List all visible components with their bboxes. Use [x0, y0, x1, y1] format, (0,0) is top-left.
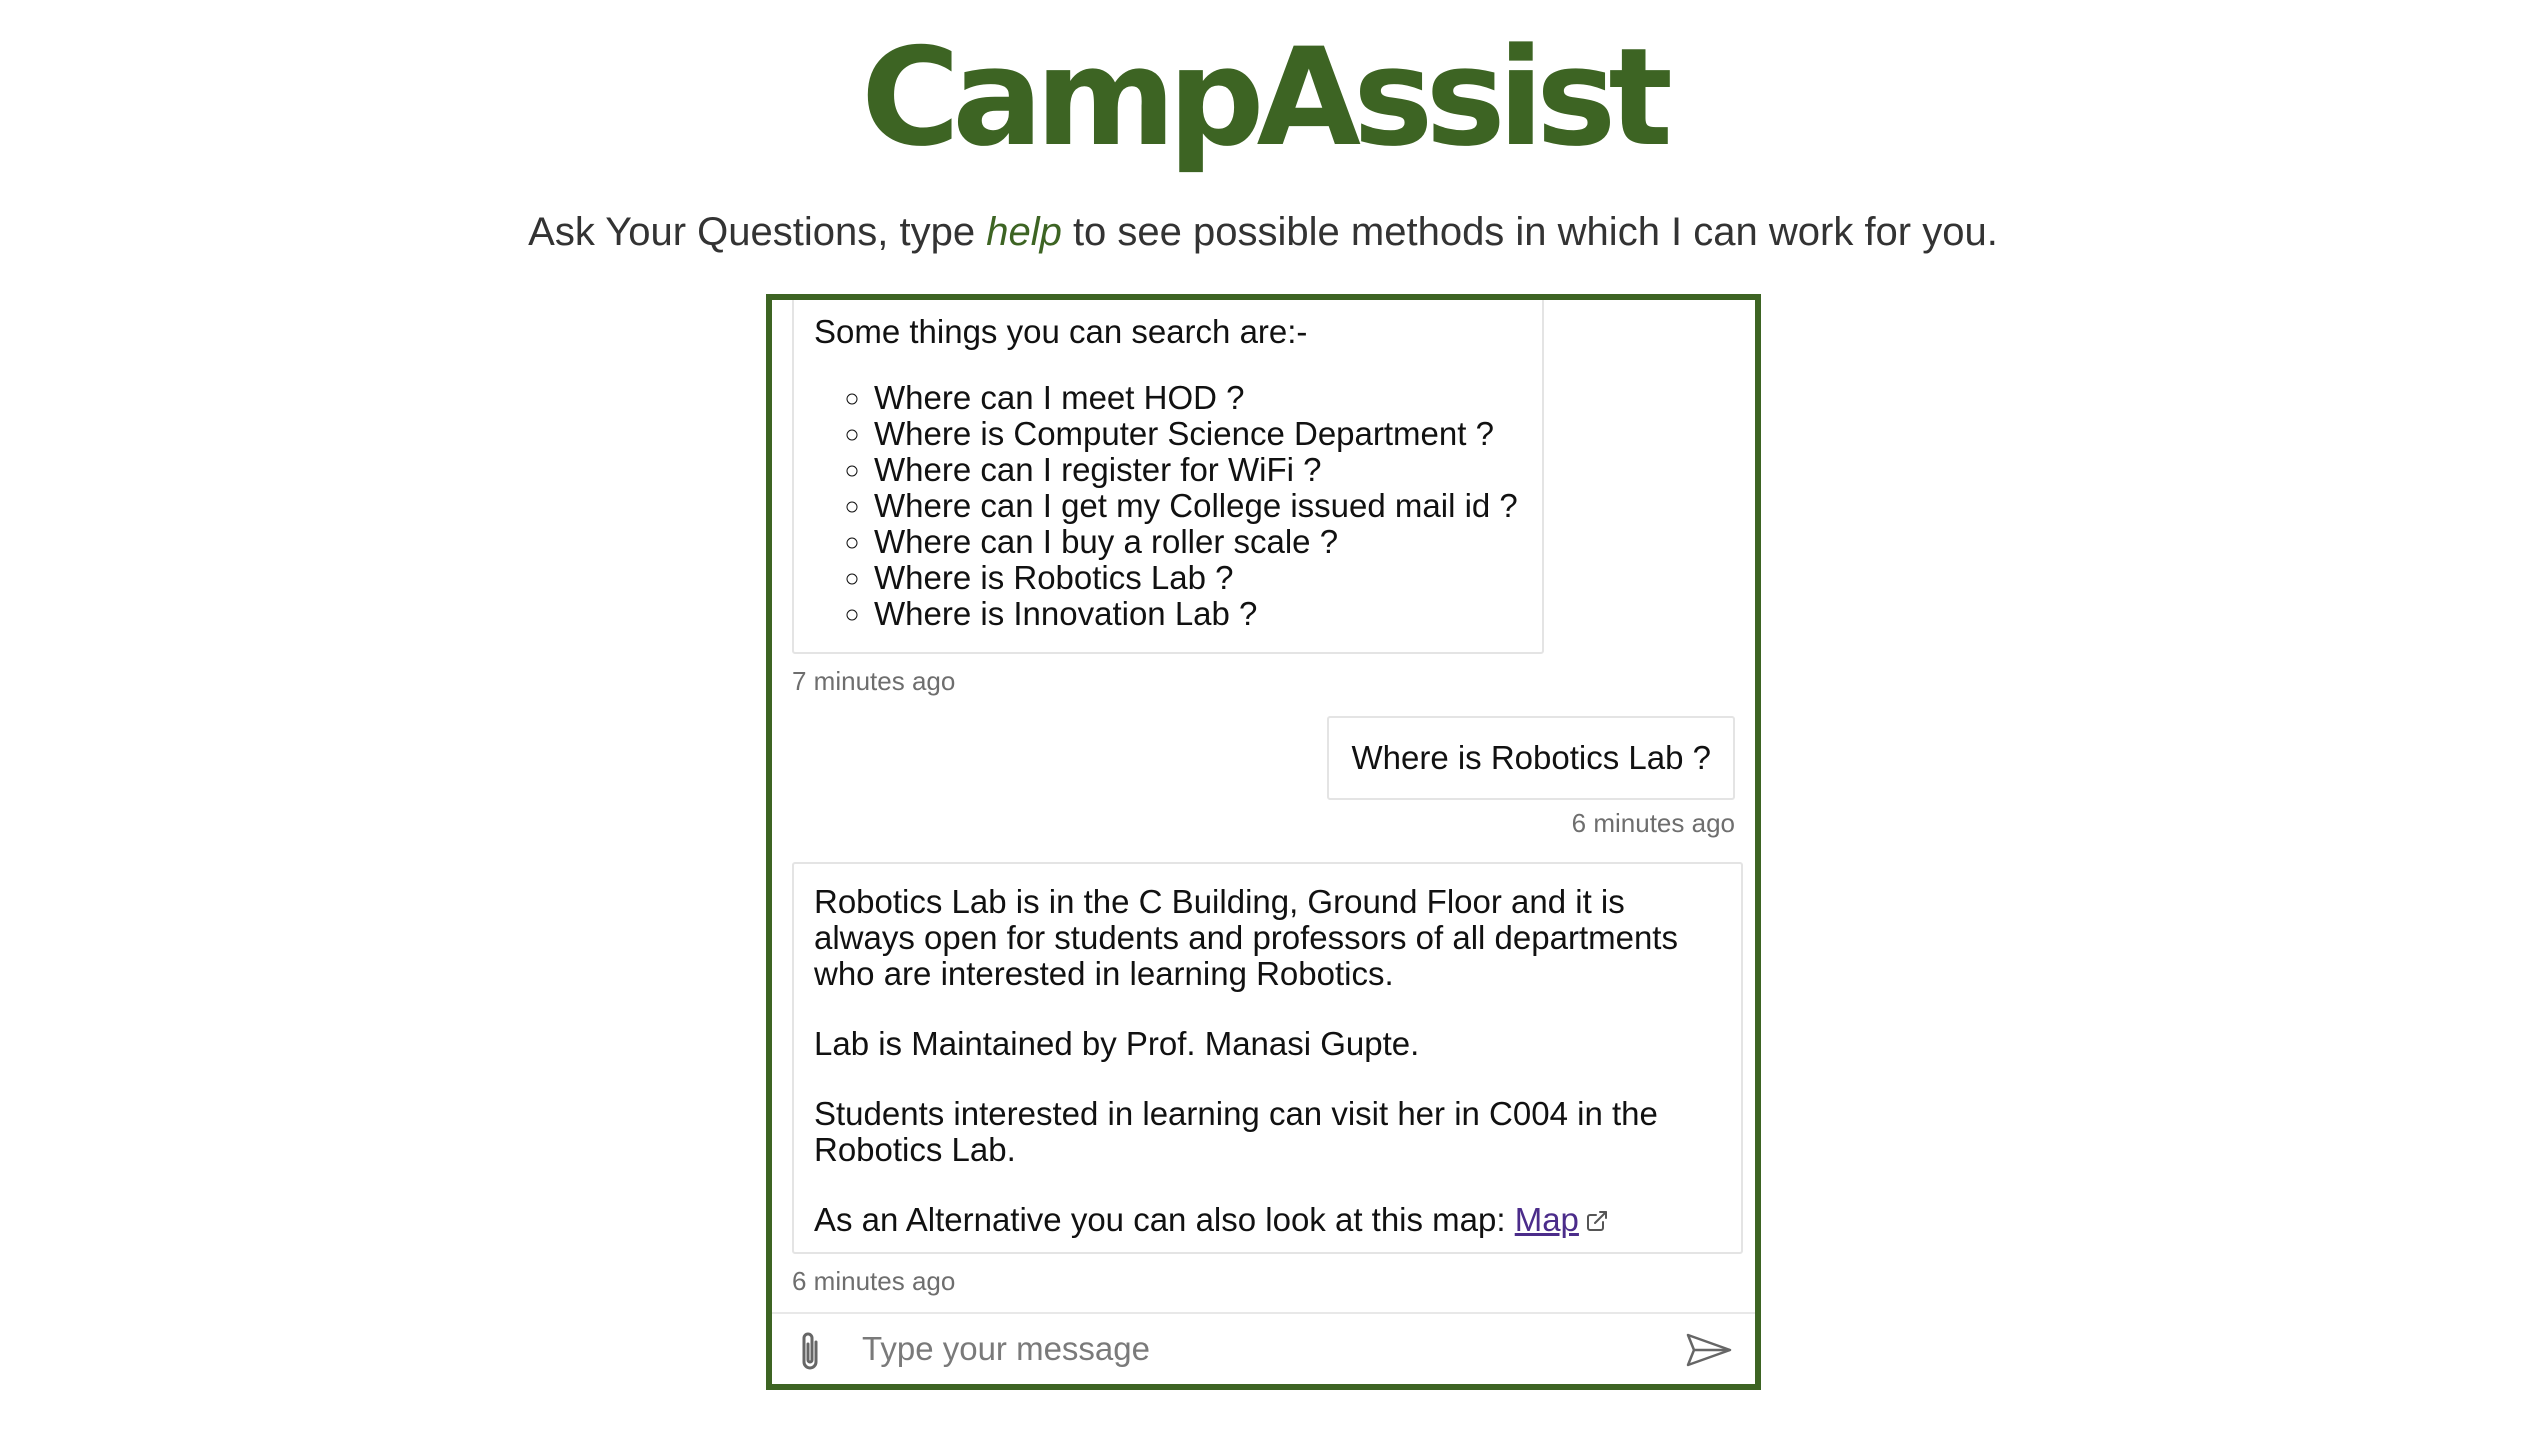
- chat-window: Some things you can search are:- Where c…: [766, 294, 1761, 1390]
- answer-paragraph: Robotics Lab is in the C Building, Groun…: [814, 883, 1678, 992]
- answer-paragraph: Lab is Maintained by Prof. Manasi Gupte.: [814, 1025, 1420, 1062]
- suggestions-intro: Some things you can search are:-: [814, 313, 1308, 350]
- suggestion-item: Where can I meet HOD ?: [874, 380, 1522, 416]
- user-message: Where is Robotics Lab ?: [1327, 716, 1735, 800]
- suggestion-item: Where can I register for WiFi ?: [874, 452, 1522, 488]
- suggestion-item: Where can I get my College issued mail i…: [874, 488, 1522, 524]
- bot-message-suggestions: Some things you can search are:- Where c…: [792, 300, 1544, 654]
- suggestion-list: Where can I meet HOD ? Where is Computer…: [814, 380, 1522, 632]
- help-keyword: help: [986, 210, 1062, 254]
- app-title: CampAssist: [861, 19, 1673, 176]
- external-link-icon[interactable]: [1585, 1204, 1609, 1240]
- answer-map-line: As an Alternative you can also look at t…: [814, 1202, 1721, 1240]
- composer-bar: [772, 1312, 1755, 1384]
- paperclip-icon[interactable]: [794, 1330, 828, 1374]
- map-link[interactable]: Map: [1515, 1201, 1579, 1238]
- send-icon[interactable]: [1685, 1332, 1733, 1368]
- message-timestamp: 6 minutes ago: [792, 1266, 956, 1296]
- suggestion-item: Where is Innovation Lab ?: [874, 596, 1522, 632]
- answer-paragraph: Students interested in learning can visi…: [814, 1095, 1658, 1168]
- page-subtitle: Ask Your Questions, type help to see pos…: [0, 200, 2526, 264]
- message-input[interactable]: [862, 1324, 1642, 1374]
- suggestion-item: Where can I buy a roller scale ?: [874, 524, 1522, 560]
- message-timestamp: 7 minutes ago: [792, 666, 956, 696]
- subtitle-text-start: Ask Your Questions, type: [528, 210, 987, 254]
- bot-message-answer: Robotics Lab is in the C Building, Groun…: [792, 862, 1743, 1254]
- subtitle-text-end: to see possible methods in which I can w…: [1061, 210, 1998, 254]
- map-link-prefix: As an Alternative you can also look at t…: [814, 1201, 1515, 1238]
- message-list[interactable]: Some things you can search are:- Where c…: [772, 300, 1755, 1310]
- suggestion-item: Where is Computer Science Department ?: [874, 416, 1522, 452]
- suggestion-item: Where is Robotics Lab ?: [874, 560, 1522, 596]
- message-timestamp: 6 minutes ago: [1571, 808, 1735, 838]
